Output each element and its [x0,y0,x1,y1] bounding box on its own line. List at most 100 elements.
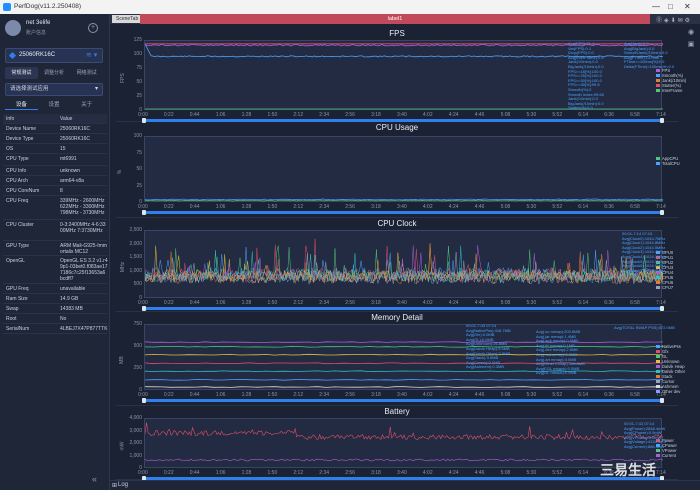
legend-swatch [656,375,660,378]
legend-label: Other dev [662,389,681,394]
time-range-slider[interactable] [142,398,664,403]
tab-adjust-analysis[interactable]: 调整分析 [38,67,71,79]
scene-tab[interactable]: SceneTab [112,15,143,23]
plot-area[interactable] [144,418,664,468]
info-key: CPU CoreNum [6,188,40,194]
legend-swatch [656,380,660,383]
x-tick: 5:08 [500,470,511,476]
x-tick: 4:02 [422,392,433,398]
screenshot-icon[interactable]: ▣ [684,40,698,52]
add-icon[interactable]: + [88,23,98,33]
tab-normal-test[interactable]: 常规测试 [5,67,38,79]
x-tick: 1:50 [267,392,278,398]
x-tick: 1:50 [267,300,278,306]
x-tick: 2:12 [293,300,304,306]
x-tick: 0:44 [189,300,200,306]
minimize-icon[interactable]: — [652,2,660,11]
legend-item[interactable]: Other dev [656,389,685,394]
x-tick: 6:58 [630,112,640,118]
stats-annotation: Avg(Jank):0.0 Avg(BigJank):0.0 SmoothJan… [624,41,675,69]
info-key: GPU Freq [6,286,29,292]
tab-network-test[interactable]: 网络测试 [70,67,103,79]
record-icon[interactable]: ◉ [684,28,698,40]
panel-fps: FPS FPS 125 100 75 50 25 0 0:00 0:22 0:44 1:06 1:28 1… [116,28,686,123]
app-select[interactable]: 请选择测试应用 ▾ [5,83,103,96]
x-tick: 5:52 [552,112,563,118]
legend-item[interactable]: TotalCPU [656,161,680,166]
watermark: 三易生活 [600,462,656,478]
x-tick: 1:28 [241,392,252,398]
maximize-icon[interactable]: □ [668,2,673,11]
x-tick: 3:40 [397,470,407,476]
panel-title: CPU Usage [375,123,419,132]
x-tick: 6:58 [630,392,640,398]
x-tick: 4:02 [422,470,433,476]
table-row: SerialNum 4LBEJ7X47P877TTK [3,324,108,334]
time-range-slider[interactable] [142,210,664,215]
x-tick: 4:24 [448,112,459,118]
label-tab[interactable]: label1 [140,14,650,24]
x-tick: 6:36 [604,204,614,210]
series-line-memory5 [144,378,663,381]
account-info-link[interactable]: 账户信息 [26,29,46,36]
legend: AppCPU TotalCPU [656,156,680,166]
table-row: GPU Type ARM Mali-G925-Immortalis MC12 [3,241,107,256]
x-tick: 0:22 [163,300,174,306]
x-tick: 3:18 [371,300,381,306]
stats-annotation: 00:01-7:14 07:15 Avg(Clock0):1044.7MHz A… [622,231,666,273]
table-row: CPU Arch arm64-v8a [3,176,107,186]
user-name: net 3elife [26,20,51,26]
collapse-sidebar-icon[interactable]: « [92,474,97,484]
device-selector[interactable]: 25060RK16C ≋ ▾ [5,48,103,63]
mode-tabs: 常规测试 调整分析 网络测试 [5,67,103,79]
y-tick: 50 [136,166,142,172]
legend-item[interactable]: InterFrame [656,88,686,93]
x-tick: 6:14 [578,392,589,398]
y-tick: 100 [133,51,142,57]
x-tick: 5:30 [526,204,537,210]
x-tick: 5:30 [526,470,537,476]
x-tick: 3:18 [371,204,381,210]
info-value: ARM Mali-G925-Immortalis MC12 [60,243,107,255]
legend-swatch [656,276,660,279]
x-tick: 0:22 [163,204,174,210]
tab-settings[interactable]: 设置 [38,100,71,110]
tab-about[interactable]: 关于 [70,100,103,110]
avatar[interactable] [5,20,21,36]
info-key: Swap [6,306,19,312]
x-tick: 4:02 [422,204,433,210]
x-tick: 6:36 [604,300,614,306]
plot-area[interactable] [144,230,664,298]
expand-log-icon[interactable]: ⊞ [112,482,117,489]
plot-svg [144,341,664,388]
panel-title: Memory Detail [371,313,423,322]
info-key: Root [6,316,17,322]
info-key: OpenGL [6,258,25,264]
sidebar: net 3elife 账户信息 + 25060RK16C ≋ ▾ 常规测试 调整… [0,14,110,490]
time-range-slider[interactable] [142,306,664,311]
x-tick: 1:50 [267,470,278,476]
x-tick: 2:34 [319,204,330,210]
y-tick: 125 [133,37,142,43]
close-icon[interactable]: ✕ [684,2,691,11]
window-title: PerfDog(v11.2.250408) [14,3,82,10]
x-tick: 2:56 [345,204,355,210]
series-line-current [144,458,664,462]
legend-item[interactable]: Current [656,453,677,458]
x-tick: 1:06 [215,204,226,210]
info-value: arm64-v8a [60,178,84,184]
panel-battery: Battery mW 4,000 3,000 2,000 1,000 0 0:00 0:22 0:… [116,406,678,481]
legend-item[interactable]: CPU7 [656,285,673,290]
plot-area[interactable] [144,136,664,202]
toolbar-icons[interactable]: ⓪◈⬇✉⚙ [656,15,692,24]
y-tick: 4,000 [129,415,142,421]
info-value: 25060RK16C [60,136,91,142]
series-line-memory6 [144,386,664,388]
x-tick: 4:24 [448,204,459,210]
legend-swatch [656,84,660,87]
tab-device[interactable]: 设备 [5,100,38,110]
x-tick: 3:40 [397,392,407,398]
log-bar[interactable]: ⊞ Log [110,480,700,490]
wifi-icon: ≋ ▾ [86,52,98,59]
x-tick: 2:12 [293,392,304,398]
